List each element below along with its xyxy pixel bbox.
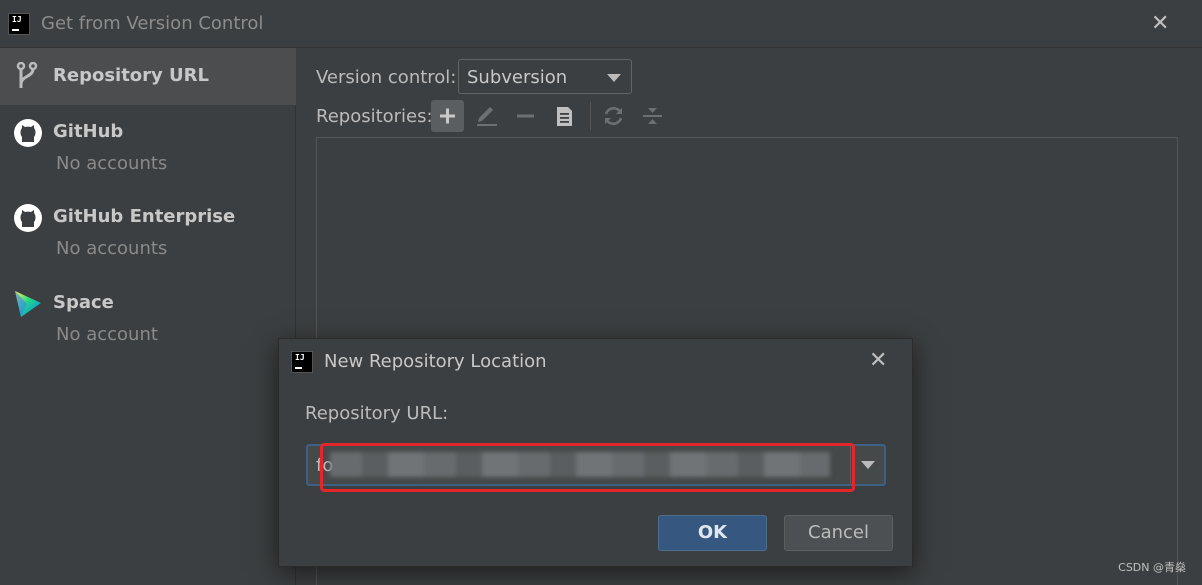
repository-url-label: Repository URL: xyxy=(305,403,449,424)
space-icon xyxy=(15,291,41,317)
add-repository-button[interactable] xyxy=(431,100,464,132)
sidebar-item-github[interactable]: GitHub No accounts xyxy=(0,113,296,183)
dialog-close-icon[interactable]: ✕ xyxy=(869,350,887,372)
remove-icon xyxy=(517,114,534,118)
cancel-button[interactable]: Cancel xyxy=(784,515,893,551)
window-title: Get from Version Control xyxy=(41,13,264,34)
version-control-label: Version control: xyxy=(316,67,457,88)
ok-button[interactable]: OK xyxy=(658,515,767,551)
collapse-icon xyxy=(643,108,662,124)
version-control-select[interactable]: Subversion xyxy=(458,59,632,94)
sidebar-item-status: No accounts xyxy=(56,238,168,259)
title-bar: IJ Get from Version Control ✕ xyxy=(0,0,1202,48)
intellij-logo-icon: IJ xyxy=(7,12,31,36)
collapse-button[interactable] xyxy=(636,100,669,132)
sidebar-item-status: No accounts xyxy=(56,153,168,174)
toolbar-separator xyxy=(590,102,591,130)
github-enterprise-icon xyxy=(14,204,42,232)
url-history-dropdown-button[interactable] xyxy=(850,446,884,484)
repository-url-input[interactable]: fo xyxy=(306,444,886,486)
edit-icon xyxy=(477,107,497,126)
refresh-icon xyxy=(604,107,623,125)
window-close-icon[interactable]: ✕ xyxy=(1151,13,1169,35)
sidebar-item-github-enterprise[interactable]: GitHub Enterprise No accounts xyxy=(0,198,296,268)
vcs-branch-icon xyxy=(16,62,38,88)
sidebar-item-label: Space xyxy=(53,292,114,313)
version-control-value: Subversion xyxy=(467,67,568,88)
github-icon xyxy=(14,119,42,147)
dialog-title: New Repository Location xyxy=(324,351,547,372)
remove-repository-button[interactable] xyxy=(509,100,542,132)
chevron-down-icon xyxy=(607,74,621,82)
sidebar-item-space[interactable]: Space No account xyxy=(0,284,296,354)
redacted-text xyxy=(330,452,830,477)
new-repository-location-dialog: IJ New Repository Location ✕ Repository … xyxy=(278,338,913,567)
watermark: CSDN @青燊 xyxy=(1118,561,1186,574)
sidebar-item-status: No account xyxy=(56,324,158,345)
copy-icon xyxy=(557,107,572,126)
sidebar-item-repository-url[interactable]: Repository URL xyxy=(0,48,296,105)
add-icon xyxy=(440,108,455,124)
sidebar-item-label: Repository URL xyxy=(53,65,209,86)
copy-repository-button[interactable] xyxy=(548,100,581,132)
intellij-logo-icon: IJ xyxy=(290,350,314,374)
sidebar-item-label: GitHub xyxy=(53,121,124,142)
refresh-button[interactable] xyxy=(597,100,630,132)
sidebar-item-label: GitHub Enterprise xyxy=(53,206,236,227)
repositories-label: Repositories: xyxy=(316,106,433,127)
sidebar: Repository URL GitHub No accounts GitHub… xyxy=(0,48,296,585)
edit-repository-button[interactable] xyxy=(470,100,503,132)
